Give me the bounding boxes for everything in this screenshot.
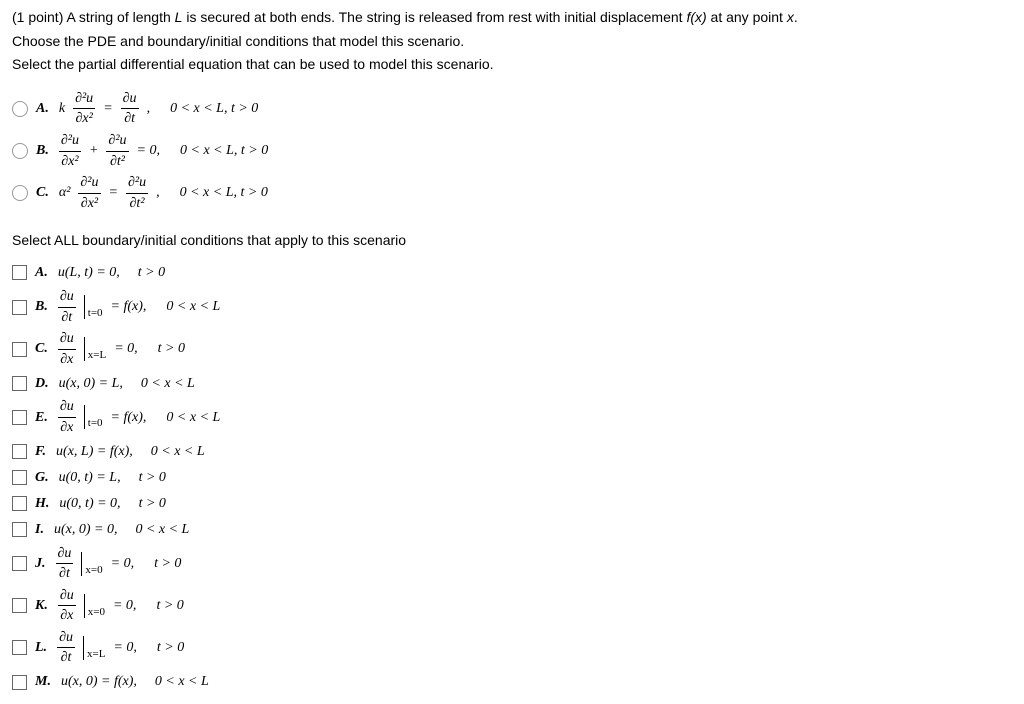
cond-option-k: K. ∂u∂x x=0 = 0, t > 0 (12, 586, 1012, 626)
checkbox-cond-f[interactable] (12, 444, 27, 459)
checkbox-cond-c[interactable] (12, 342, 27, 357)
cond-option-j: J. ∂u∂t x=0 = 0, t > 0 (12, 544, 1012, 584)
checkbox-cond-e[interactable] (12, 410, 27, 425)
checkbox-cond-k[interactable] (12, 598, 27, 613)
cond-option-h: H. u(0, t) = 0, t > 0 (12, 492, 1012, 516)
checkbox-cond-h[interactable] (12, 496, 27, 511)
checkbox-cond-d[interactable] (12, 376, 27, 391)
cond-option-g: G. u(0, t) = L, t > 0 (12, 466, 1012, 490)
checkbox-cond-l[interactable] (12, 640, 27, 655)
pde-label-a: A. (36, 99, 49, 119)
cond-option-i: I. u(x, 0) = 0, 0 < x < L (12, 518, 1012, 542)
var-fx: f(x) (686, 9, 706, 25)
checkbox-cond-b[interactable] (12, 300, 27, 315)
pde-label-c: C. (36, 183, 49, 203)
checkbox-cond-a[interactable] (12, 265, 27, 280)
pde-option-b: B. ∂²u∂x² + ∂²u∂t² = 0, 0 < x < L, t > 0 (12, 131, 1012, 171)
problem-line-3: Select the partial differential equation… (12, 55, 1012, 75)
checkbox-cond-g[interactable] (12, 470, 27, 485)
cond-option-f: F. u(x, L) = f(x), 0 < x < L (12, 440, 1012, 464)
checkbox-cond-m[interactable] (12, 675, 27, 690)
cond-option-c: C. ∂u∂x x=L = 0, t > 0 (12, 329, 1012, 369)
cond-option-b: B. ∂u∂t t=0 = f(x), 0 < x < L (12, 287, 1012, 327)
radio-pde-c[interactable] (12, 185, 28, 201)
cond-option-a: A. u(L, t) = 0, t > 0 (12, 261, 1012, 285)
problem-line-2: Choose the PDE and boundary/initial cond… (12, 32, 1012, 52)
pde-equation-a: k ∂²u∂x² = ∂u∂t , 0 < x < L, t > 0 (59, 89, 258, 129)
pde-label-b: B. (36, 141, 49, 161)
points: (1 point) (12, 9, 63, 25)
radio-pde-a[interactable] (12, 101, 28, 117)
cond-option-m: M. u(x, 0) = f(x), 0 < x < L (12, 670, 1012, 694)
cond-option-d: D. u(x, 0) = L, 0 < x < L (12, 371, 1012, 395)
pde-equation-b: ∂²u∂x² + ∂²u∂t² = 0, 0 < x < L, t > 0 (59, 131, 268, 171)
conditions-prompt: Select ALL boundary/initial conditions t… (12, 231, 1012, 251)
cond-option-e: E. ∂u∂x t=0 = f(x), 0 < x < L (12, 397, 1012, 437)
radio-pde-b[interactable] (12, 143, 28, 159)
pde-option-c: C. α² ∂²u∂x² = ∂²u∂t² , 0 < x < L, t > 0 (12, 173, 1012, 213)
checkbox-cond-j[interactable] (12, 556, 27, 571)
pde-equation-c: α² ∂²u∂x² = ∂²u∂t² , 0 < x < L, t > 0 (59, 173, 268, 213)
checkbox-cond-i[interactable] (12, 522, 27, 537)
pde-option-a: A. k ∂²u∂x² = ∂u∂t , 0 < x < L, t > 0 (12, 89, 1012, 129)
var-x: x (787, 9, 794, 25)
cond-option-l: L. ∂u∂t x=L = 0, t > 0 (12, 628, 1012, 668)
problem-line-1: (1 point) A string of length L is secure… (12, 8, 1012, 28)
